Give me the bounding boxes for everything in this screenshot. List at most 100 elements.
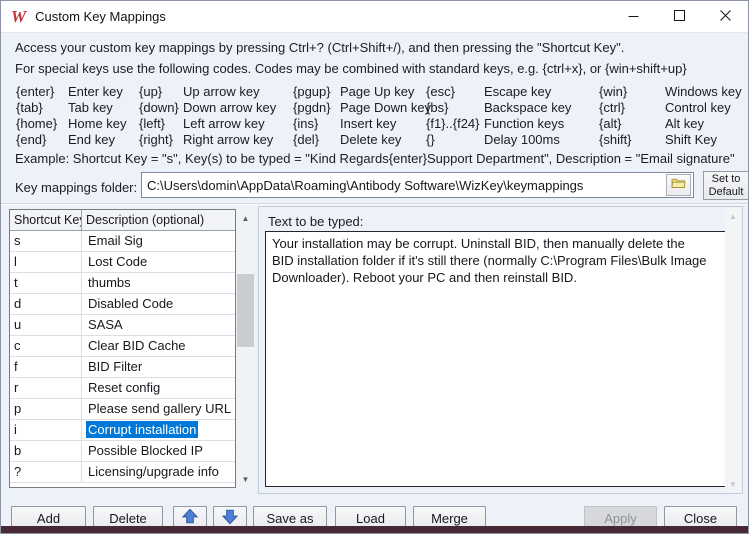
description-cell[interactable]: Disabled Code xyxy=(82,294,235,315)
scroll-down-icon[interactable]: ▼ xyxy=(237,471,254,487)
key-code-row: {f1}..{f24}Function keys xyxy=(426,116,571,132)
description-cell[interactable]: thumbs xyxy=(82,273,235,294)
key-code-row: {del}Delete key xyxy=(293,132,431,148)
table-row[interactable]: ?Licensing/upgrade info xyxy=(10,462,235,483)
textarea-scroll-up-icon[interactable]: ▲ xyxy=(725,208,741,224)
shortcut-key-cell[interactable]: u xyxy=(10,315,82,336)
key-code-row: {tab}Tab key xyxy=(16,100,127,116)
key-code-description: End key xyxy=(68,132,115,147)
table-row[interactable]: uSASA xyxy=(10,315,235,336)
textarea-scrollbar[interactable]: ▲ ▼ xyxy=(725,208,741,492)
table-scrollbar-thumb[interactable] xyxy=(237,274,254,347)
key-code: {pgdn} xyxy=(293,100,340,116)
textarea-scroll-down-icon[interactable]: ▼ xyxy=(725,476,741,492)
key-code: {ins} xyxy=(293,116,340,132)
description-cell[interactable]: Licensing/upgrade info xyxy=(82,462,235,483)
key-code: {right} xyxy=(139,132,183,148)
shortcut-key-cell[interactable]: i xyxy=(10,420,82,441)
description-text: Email Sig xyxy=(86,232,145,249)
shortcut-key-cell[interactable]: l xyxy=(10,252,82,273)
key-code-row: {pgup}Page Up key xyxy=(293,84,431,100)
shortcut-key-cell[interactable]: ? xyxy=(10,462,82,483)
table-row[interactable]: fBID Filter xyxy=(10,357,235,378)
shortcut-key-cell[interactable]: d xyxy=(10,294,82,315)
custom-key-mappings-dialog: W Custom Key Mappings Access your custom… xyxy=(0,0,749,534)
key-code-description: Control key xyxy=(665,100,731,115)
key-code-row: {bs}Backspace key xyxy=(426,100,571,116)
description-cell[interactable]: Please send gallery URL xyxy=(82,399,235,420)
table-row[interactable]: dDisabled Code xyxy=(10,294,235,315)
minimize-icon xyxy=(628,8,639,26)
description-cell[interactable]: SASA xyxy=(82,315,235,336)
description-cell[interactable]: Clear BID Cache xyxy=(82,336,235,357)
maximize-button[interactable] xyxy=(656,1,702,32)
browse-folder-button[interactable] xyxy=(666,174,691,196)
description-cell[interactable]: Email Sig xyxy=(82,231,235,252)
description-cell[interactable]: Corrupt installation xyxy=(82,420,235,441)
shortcut-key-cell[interactable]: c xyxy=(10,336,82,357)
description-cell[interactable]: BID Filter xyxy=(82,357,235,378)
shortcut-key-cell[interactable]: f xyxy=(10,357,82,378)
column-header-description[interactable]: Description (optional) xyxy=(82,210,235,230)
scroll-up-icon[interactable]: ▲ xyxy=(237,210,254,226)
description-text: Reset config xyxy=(86,379,162,396)
description-text: Clear BID Cache xyxy=(86,337,188,354)
key-code-row: {left}Left arrow key xyxy=(139,116,276,132)
description-text: Disabled Code xyxy=(86,295,175,312)
app-logo-icon: W xyxy=(11,8,26,25)
description-text: Lost Code xyxy=(86,253,149,270)
key-code-row: {}Delay 100ms xyxy=(426,132,571,148)
key-code-row: {end}End key xyxy=(16,132,127,148)
key-code: {enter} xyxy=(16,84,68,100)
key-code-description: Up arrow key xyxy=(183,84,260,99)
folder-path-value: C:\Users\domin\AppData\Roaming\Antibody … xyxy=(142,178,666,193)
key-code-description: Function keys xyxy=(484,116,564,131)
shortcut-key-cell[interactable]: b xyxy=(10,441,82,462)
key-code-description: Home key xyxy=(68,116,127,131)
table-row[interactable]: cClear BID Cache xyxy=(10,336,235,357)
shortcut-key-cell[interactable]: t xyxy=(10,273,82,294)
text-to-be-typed-input[interactable]: Your installation may be corrupt. Uninst… xyxy=(265,231,736,487)
shortcut-key-cell[interactable]: r xyxy=(10,378,82,399)
key-codes-column-1: {enter}Enter key{tab}Tab key{home}Home k… xyxy=(16,84,127,148)
column-header-shortcut-key[interactable]: Shortcut Key xyxy=(10,210,82,230)
mappings-grid[interactable]: Shortcut Key Description (optional) sEma… xyxy=(9,209,236,488)
description-text: thumbs xyxy=(86,274,133,291)
table-row[interactable]: tthumbs xyxy=(10,273,235,294)
key-code-description: Backspace key xyxy=(484,100,571,115)
table-row[interactable]: pPlease send gallery URL xyxy=(10,399,235,420)
key-code-row: {shift}Shift Key xyxy=(599,132,742,148)
description-text: Licensing/upgrade info xyxy=(86,463,221,480)
table-row[interactable]: sEmail Sig xyxy=(10,231,235,252)
table-scrollbar[interactable]: ▲ ▼ xyxy=(237,209,254,488)
key-code: {win} xyxy=(599,84,665,100)
table-row[interactable]: lLost Code xyxy=(10,252,235,273)
table-row[interactable]: iCorrupt installation xyxy=(10,420,235,441)
folder-path-field[interactable]: C:\Users\domin\AppData\Roaming\Antibody … xyxy=(141,172,694,198)
description-text: BID Filter xyxy=(86,358,144,375)
text-panel: Text to be typed: Your installation may … xyxy=(258,206,743,494)
example-line: Example: Shortcut Key = "s", Key(s) to b… xyxy=(15,151,735,166)
mappings-table-body: sEmail SiglLost CodetthumbsdDisabled Cod… xyxy=(10,231,235,483)
close-icon xyxy=(720,8,731,26)
description-cell[interactable]: Possible Blocked IP xyxy=(82,441,235,462)
minimize-button[interactable] xyxy=(610,1,656,32)
close-button[interactable] xyxy=(702,1,748,32)
key-code-description: Delete key xyxy=(340,132,401,147)
key-codes-column-3: {pgup}Page Up key{pgdn}Page Down key{ins… xyxy=(293,84,431,148)
key-code-description: Insert key xyxy=(340,116,396,131)
key-code-row: {alt}Alt key xyxy=(599,116,742,132)
shortcut-key-cell[interactable]: s xyxy=(10,231,82,252)
description-text: SASA xyxy=(86,316,125,333)
key-code-row: {up}Up arrow key xyxy=(139,84,276,100)
key-code-description: Page Up key xyxy=(340,84,414,99)
set-to-default-button[interactable]: Set to Default xyxy=(703,171,749,200)
description-cell[interactable]: Lost Code xyxy=(82,252,235,273)
table-row[interactable]: rReset config xyxy=(10,378,235,399)
key-code-description: Right arrow key xyxy=(183,132,273,147)
key-code-row: {esc}Escape key xyxy=(426,84,571,100)
table-row[interactable]: bPossible Blocked IP xyxy=(10,441,235,462)
description-cell[interactable]: Reset config xyxy=(82,378,235,399)
shortcut-key-cell[interactable]: p xyxy=(10,399,82,420)
key-code: {} xyxy=(426,132,484,148)
